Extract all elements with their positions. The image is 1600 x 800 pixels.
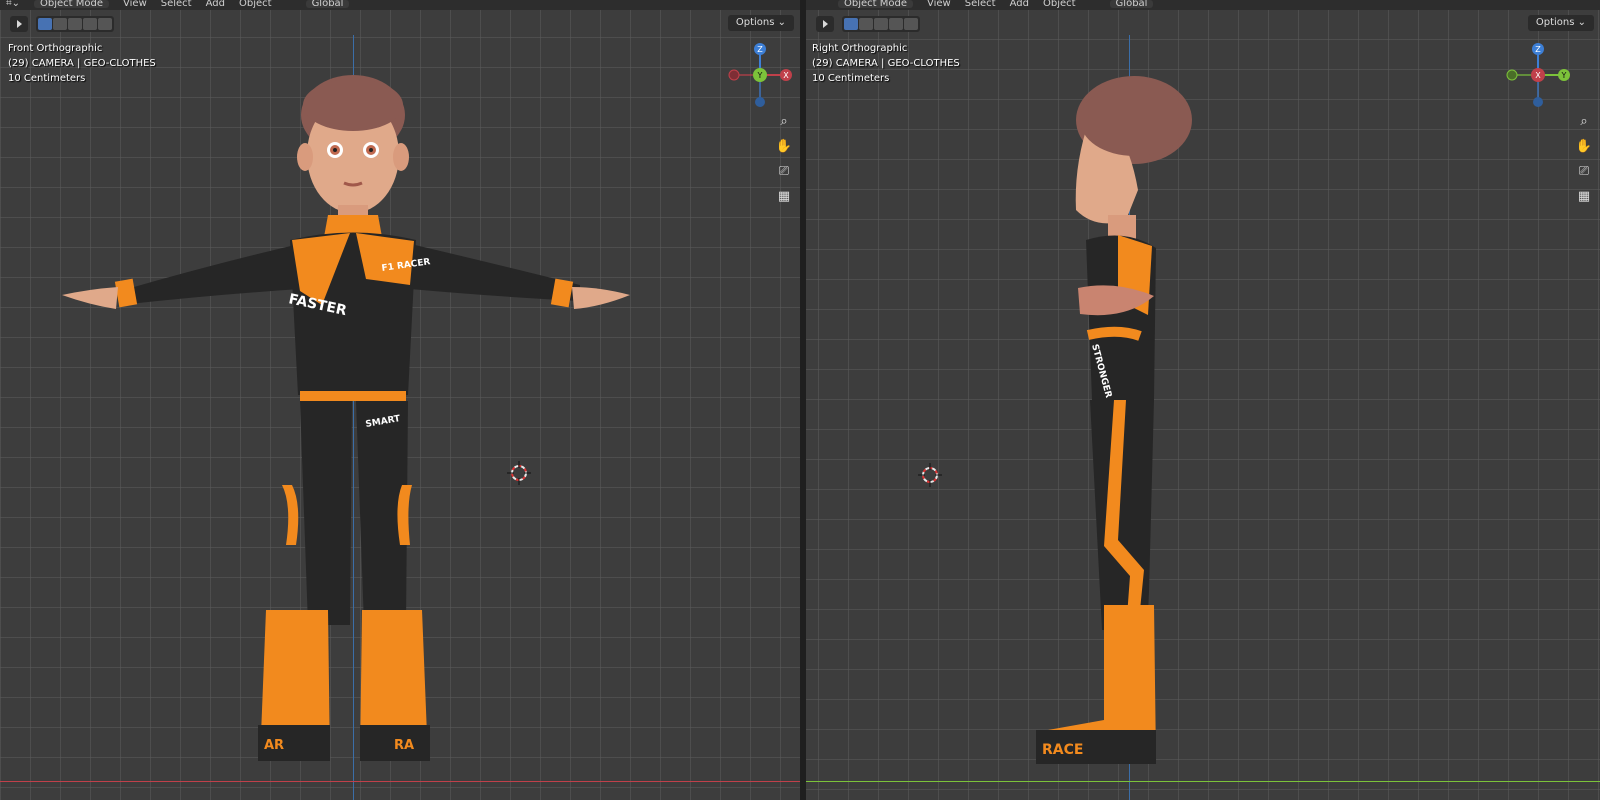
menu-object[interactable]: Object (239, 0, 272, 9)
camera-icon[interactable]: ⎚ (1573, 160, 1595, 182)
menu-view[interactable]: View (927, 0, 951, 9)
view-name: Front Orthographic (8, 43, 103, 54)
options-label: Options (1535, 17, 1575, 28)
select-subtract-icon[interactable] (68, 18, 82, 30)
menu-select[interactable]: Select (161, 0, 192, 9)
select-new-icon[interactable] (38, 18, 52, 30)
character-side-model[interactable]: STRONGER RACE (1026, 70, 1226, 785)
select-new-icon[interactable] (844, 18, 858, 30)
select-invert-icon[interactable] (83, 18, 97, 30)
mode-dropdown[interactable]: Object Mode (838, 0, 913, 9)
view-name: Right Orthographic (812, 43, 908, 54)
gizmo-x-label: X (1535, 71, 1541, 80)
pan-hand-icon[interactable]: ✋ (773, 135, 795, 157)
3d-cursor-icon[interactable] (918, 463, 942, 487)
navigation-controls: ⌕ ✋ ⎚ ▦ (1573, 110, 1595, 207)
menu-add[interactable]: Add (206, 0, 225, 9)
viewport-front-orthographic[interactable]: ⌗⌄ Object Mode View Select Add Object Gl… (0, 0, 800, 800)
decal-boot-left: AR (264, 738, 284, 753)
gizmo-y-label: Y (1561, 71, 1567, 80)
grid-icon[interactable]: ▦ (1573, 185, 1595, 207)
selection-mode-buttons[interactable] (842, 16, 920, 32)
menu-add[interactable]: Add (1010, 0, 1029, 9)
menu-object[interactable]: Object (1043, 0, 1076, 9)
gizmo-z-label: Z (1535, 45, 1541, 54)
options-label: Options (735, 17, 775, 28)
pan-hand-icon[interactable]: ✋ (1573, 135, 1595, 157)
navigation-controls: ⌕ ✋ ⎚ ▦ (773, 110, 795, 207)
options-dropdown[interactable]: Options ⌄ (1527, 15, 1594, 31)
select-intersect-icon[interactable] (904, 18, 918, 30)
tool-settings-row (806, 13, 1600, 35)
viewport-header: Object Mode View Select Add Object Globa… (806, 0, 1600, 10)
select-invert-icon[interactable] (889, 18, 903, 30)
decal-race: RACE (1042, 742, 1083, 758)
transform-orientation-dropdown[interactable]: Global (1109, 0, 1154, 9)
grid-icon[interactable]: ▦ (773, 185, 795, 207)
camera-icon[interactable]: ⎚ (773, 160, 795, 182)
select-tool-button[interactable] (816, 16, 834, 32)
select-tool-button[interactable] (10, 16, 28, 32)
menu-select[interactable]: Select (965, 0, 996, 9)
editor-type-icon[interactable]: ⌗⌄ (6, 0, 20, 9)
options-dropdown[interactable]: Options ⌄ (727, 15, 794, 31)
decal-boot-right: RA (394, 738, 414, 753)
grid-scale-label: 10 Centimeters (812, 73, 890, 84)
zoom-icon[interactable]: ⌕ (773, 110, 795, 132)
select-intersect-icon[interactable] (98, 18, 112, 30)
transform-orientation-dropdown[interactable]: Global (305, 0, 350, 9)
cursor-arrow-icon (16, 20, 22, 28)
gizmo-z-label: Z (757, 45, 763, 54)
select-extend-icon[interactable] (53, 18, 67, 30)
cursor-arrow-icon (822, 20, 828, 28)
navigation-gizmo[interactable]: Z Y X (728, 43, 792, 107)
select-extend-icon[interactable] (859, 18, 873, 30)
gizmo-x-label: X (783, 71, 789, 80)
tool-settings-row (0, 13, 800, 35)
viewport-right-orthographic[interactable]: Object Mode View Select Add Object Globa… (806, 0, 1600, 800)
selection-mode-buttons[interactable] (36, 16, 114, 32)
viewport-header: ⌗⌄ Object Mode View Select Add Object Gl… (0, 0, 800, 10)
collection-label: (29) CAMERA | GEO-CLOTHES (812, 58, 960, 69)
viewport-info: Right Orthographic (29) CAMERA | GEO-CLO… (812, 41, 960, 86)
navigation-gizmo[interactable]: Z X Y (1506, 43, 1570, 107)
character-front-model[interactable]: F1 RACER FASTER SMART AR RA (60, 65, 660, 785)
select-subtract-icon[interactable] (874, 18, 888, 30)
gizmo-y-label: Y (757, 71, 763, 80)
mode-dropdown[interactable]: Object Mode (34, 0, 110, 9)
menu-view[interactable]: View (123, 0, 147, 9)
zoom-icon[interactable]: ⌕ (1573, 110, 1595, 132)
